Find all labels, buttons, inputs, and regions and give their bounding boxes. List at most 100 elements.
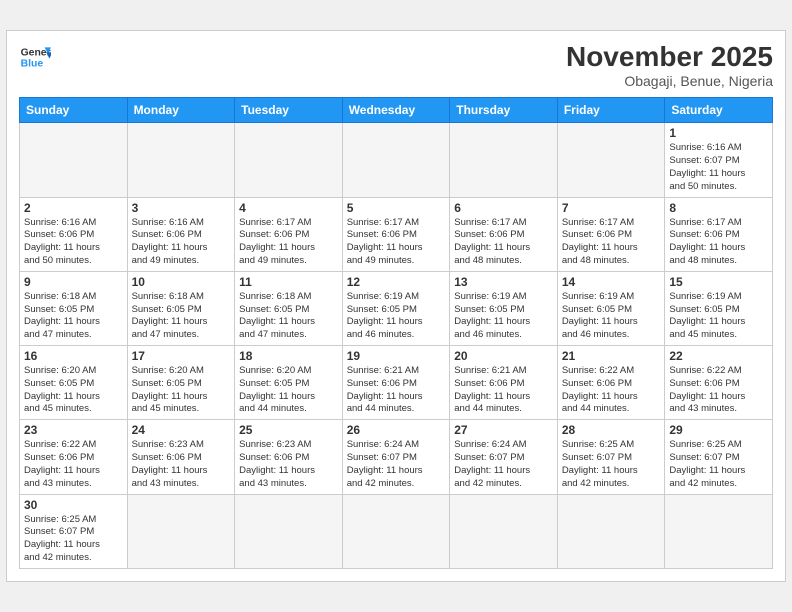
- calendar-day-cell: 12 Sunrise: 6:19 AM Sunset: 6:05 PM Dayli…: [342, 271, 450, 345]
- day-number: 5: [347, 201, 446, 215]
- calendar-day-cell: 9 Sunrise: 6:18 AM Sunset: 6:05 PM Daylig…: [20, 271, 128, 345]
- day-info: Sunrise: 6:22 AM Sunset: 6:06 PM Dayligh…: [669, 365, 768, 416]
- day-info: Sunrise: 6:19 AM Sunset: 6:05 PM Dayligh…: [669, 291, 768, 342]
- calendar-day-cell: 25 Sunrise: 6:23 AM Sunset: 6:06 PM Dayli…: [235, 420, 343, 494]
- calendar-day-cell: 3 Sunrise: 6:16 AM Sunset: 6:06 PM Daylig…: [127, 197, 235, 271]
- day-number: 30: [24, 498, 123, 512]
- logo: General Blue: [19, 41, 51, 73]
- day-number: 28: [562, 423, 661, 437]
- day-info: Sunrise: 6:17 AM Sunset: 6:06 PM Dayligh…: [669, 217, 768, 268]
- calendar-day-cell: 28Sunrise: 6:25 AM Sunset: 6:07 PM Dayli…: [557, 420, 665, 494]
- day-info: Sunrise: 6:25 AM Sunset: 6:07 PM Dayligh…: [669, 439, 768, 490]
- weekday-header-thursday: Thursday: [450, 98, 558, 123]
- day-number: 15: [669, 275, 768, 289]
- day-number: 20: [454, 349, 553, 363]
- day-number: 25: [239, 423, 338, 437]
- calendar-day-cell: [127, 123, 235, 197]
- day-info: Sunrise: 6:17 AM Sunset: 6:06 PM Dayligh…: [347, 217, 446, 268]
- day-number: 14: [562, 275, 661, 289]
- calendar-container: General Blue November 2025 Obagaji, Benu…: [6, 30, 786, 582]
- day-number: 8: [669, 201, 768, 215]
- day-info: Sunrise: 6:19 AM Sunset: 6:05 PM Dayligh…: [347, 291, 446, 342]
- day-info: Sunrise: 6:23 AM Sunset: 6:06 PM Dayligh…: [239, 439, 338, 490]
- calendar-day-cell: [127, 494, 235, 568]
- day-info: Sunrise: 6:20 AM Sunset: 6:05 PM Dayligh…: [132, 365, 231, 416]
- calendar-day-cell: 18Sunrise: 6:20 AM Sunset: 6:05 PM Dayli…: [235, 346, 343, 420]
- day-number: 6: [454, 201, 553, 215]
- weekday-header-friday: Friday: [557, 98, 665, 123]
- day-number: 1: [669, 126, 768, 140]
- calendar-day-cell: 16 Sunrise: 6:20 AM Sunset: 6:05 PM Dayli…: [20, 346, 128, 420]
- day-number: 26: [347, 423, 446, 437]
- day-number: 7: [562, 201, 661, 215]
- logo-icon: General Blue: [19, 41, 51, 73]
- day-number: 22: [669, 349, 768, 363]
- day-number: 21: [562, 349, 661, 363]
- day-info: Sunrise: 6:16 AM Sunset: 6:07 PM Dayligh…: [669, 142, 768, 193]
- calendar-day-cell: [665, 494, 773, 568]
- day-info: Sunrise: 6:19 AM Sunset: 6:05 PM Dayligh…: [454, 291, 553, 342]
- day-number: 10: [132, 275, 231, 289]
- day-info: Sunrise: 6:21 AM Sunset: 6:06 PM Dayligh…: [454, 365, 553, 416]
- calendar-day-cell: 24Sunrise: 6:23 AM Sunset: 6:06 PM Dayli…: [127, 420, 235, 494]
- calendar-day-cell: 1 Sunrise: 6:16 AM Sunset: 6:07 PM Daylig…: [665, 123, 773, 197]
- calendar-day-cell: [235, 494, 343, 568]
- weekday-header-tuesday: Tuesday: [235, 98, 343, 123]
- calendar-day-cell: 4 Sunrise: 6:17 AM Sunset: 6:06 PM Daylig…: [235, 197, 343, 271]
- day-info: Sunrise: 6:18 AM Sunset: 6:05 PM Dayligh…: [132, 291, 231, 342]
- day-number: 12: [347, 275, 446, 289]
- day-info: Sunrise: 6:24 AM Sunset: 6:07 PM Dayligh…: [347, 439, 446, 490]
- calendar-day-cell: 20 Sunrise: 6:21 AM Sunset: 6:06 PM Dayli…: [450, 346, 558, 420]
- day-number: 4: [239, 201, 338, 215]
- day-info: Sunrise: 6:16 AM Sunset: 6:06 PM Dayligh…: [24, 217, 123, 268]
- calendar-week-row: 1 Sunrise: 6:16 AM Sunset: 6:07 PM Daylig…: [20, 123, 773, 197]
- calendar-day-cell: 5 Sunrise: 6:17 AM Sunset: 6:06 PM Daylig…: [342, 197, 450, 271]
- day-number: 18: [239, 349, 338, 363]
- day-number: 16: [24, 349, 123, 363]
- calendar-week-row: 16 Sunrise: 6:20 AM Sunset: 6:05 PM Dayli…: [20, 346, 773, 420]
- day-number: 24: [132, 423, 231, 437]
- calendar-day-cell: [342, 494, 450, 568]
- calendar-day-cell: 13Sunrise: 6:19 AM Sunset: 6:05 PM Dayli…: [450, 271, 558, 345]
- calendar-header: General Blue November 2025 Obagaji, Benu…: [19, 41, 773, 89]
- month-title: November 2025: [566, 41, 773, 73]
- title-block: November 2025 Obagaji, Benue, Nigeria: [566, 41, 773, 89]
- weekday-header-wednesday: Wednesday: [342, 98, 450, 123]
- day-info: Sunrise: 6:17 AM Sunset: 6:06 PM Dayligh…: [562, 217, 661, 268]
- calendar-day-cell: [450, 123, 558, 197]
- calendar-day-cell: [20, 123, 128, 197]
- day-info: Sunrise: 6:21 AM Sunset: 6:06 PM Dayligh…: [347, 365, 446, 416]
- day-number: 29: [669, 423, 768, 437]
- calendar-day-cell: [342, 123, 450, 197]
- location-subtitle: Obagaji, Benue, Nigeria: [566, 73, 773, 89]
- day-info: Sunrise: 6:20 AM Sunset: 6:05 PM Dayligh…: [24, 365, 123, 416]
- day-info: Sunrise: 6:18 AM Sunset: 6:05 PM Dayligh…: [24, 291, 123, 342]
- day-info: Sunrise: 6:22 AM Sunset: 6:06 PM Dayligh…: [562, 365, 661, 416]
- calendar-day-cell: 30 Sunrise: 6:25 AM Sunset: 6:07 PM Dayli…: [20, 494, 128, 568]
- calendar-day-cell: 22 Sunrise: 6:22 AM Sunset: 6:06 PM Dayli…: [665, 346, 773, 420]
- calendar-day-cell: 11Sunrise: 6:18 AM Sunset: 6:05 PM Dayli…: [235, 271, 343, 345]
- day-number: 9: [24, 275, 123, 289]
- calendar-day-cell: 10 Sunrise: 6:18 AM Sunset: 6:05 PM Dayli…: [127, 271, 235, 345]
- calendar-day-cell: 21 Sunrise: 6:22 AM Sunset: 6:06 PM Dayli…: [557, 346, 665, 420]
- calendar-day-cell: 19Sunrise: 6:21 AM Sunset: 6:06 PM Dayli…: [342, 346, 450, 420]
- calendar-week-row: 23 Sunrise: 6:22 AM Sunset: 6:06 PM Dayli…: [20, 420, 773, 494]
- day-info: Sunrise: 6:18 AM Sunset: 6:05 PM Dayligh…: [239, 291, 338, 342]
- weekday-header-sunday: Sunday: [20, 98, 128, 123]
- calendar-day-cell: 29 Sunrise: 6:25 AM Sunset: 6:07 PM Dayli…: [665, 420, 773, 494]
- day-info: Sunrise: 6:19 AM Sunset: 6:05 PM Dayligh…: [562, 291, 661, 342]
- day-number: 3: [132, 201, 231, 215]
- calendar-day-cell: 17Sunrise: 6:20 AM Sunset: 6:05 PM Dayli…: [127, 346, 235, 420]
- calendar-day-cell: 23 Sunrise: 6:22 AM Sunset: 6:06 PM Dayli…: [20, 420, 128, 494]
- day-number: 23: [24, 423, 123, 437]
- day-number: 27: [454, 423, 553, 437]
- day-info: Sunrise: 6:22 AM Sunset: 6:06 PM Dayligh…: [24, 439, 123, 490]
- calendar-day-cell: [235, 123, 343, 197]
- weekday-header-row: SundayMondayTuesdayWednesdayThursdayFrid…: [20, 98, 773, 123]
- day-info: Sunrise: 6:25 AM Sunset: 6:07 PM Dayligh…: [24, 514, 123, 565]
- svg-text:Blue: Blue: [21, 59, 44, 70]
- day-info: Sunrise: 6:16 AM Sunset: 6:06 PM Dayligh…: [132, 217, 231, 268]
- day-info: Sunrise: 6:17 AM Sunset: 6:06 PM Dayligh…: [239, 217, 338, 268]
- calendar-day-cell: [557, 494, 665, 568]
- calendar-week-row: 2Sunrise: 6:16 AM Sunset: 6:06 PM Daylig…: [20, 197, 773, 271]
